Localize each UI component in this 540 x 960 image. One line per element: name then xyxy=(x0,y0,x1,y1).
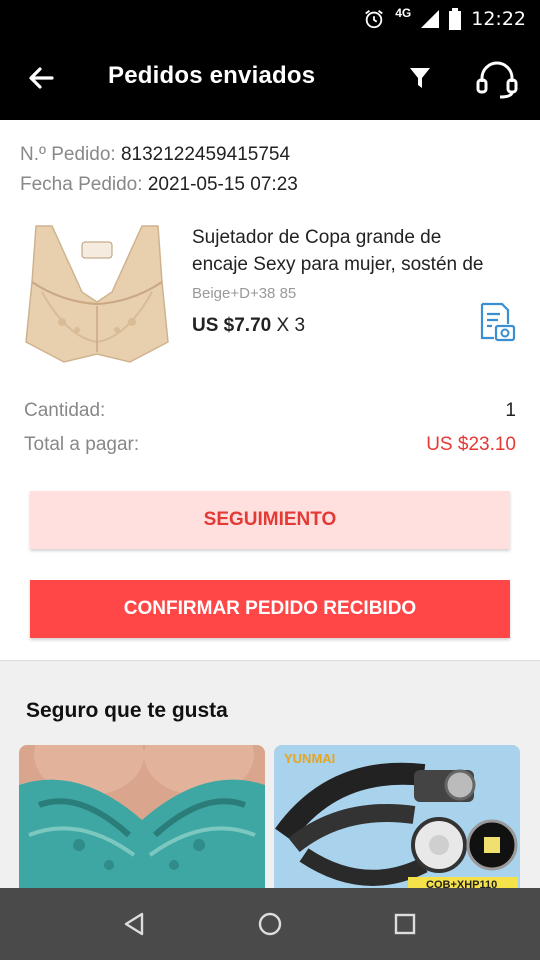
network-type: 4G xyxy=(395,6,412,20)
status-bar: 4G 12:22 xyxy=(0,0,540,38)
order-number-label: N.º Pedido: xyxy=(20,144,116,165)
quantity-label: Cantidad: xyxy=(24,400,106,421)
alarm-icon xyxy=(365,10,384,29)
product-title-line2: encaje Sexy para mujer, sostén de xyxy=(192,254,484,275)
document-camera-icon[interactable] xyxy=(478,302,516,342)
total-label: Total a pagar: xyxy=(24,434,140,455)
total-row: Total a pagar: US $23.10 xyxy=(24,434,516,456)
product-quantity: X 3 xyxy=(276,315,306,336)
order-date-value: 2021-05-15 07:23 xyxy=(147,174,298,195)
recommendations-section: Seguro que te gusta YUNMAI COB+XHP110 xyxy=(0,660,540,895)
product-title-line1: Sujetador de Copa grande de xyxy=(192,227,442,248)
product-variant: Beige+D+38 85 xyxy=(192,285,297,302)
product-price-row: US $7.70 X 3 xyxy=(192,315,305,337)
quantity-row: Cantidad: 1 xyxy=(24,400,516,422)
product-title[interactable]: Sujetador de Copa grande de encaje Sexy … xyxy=(192,224,517,278)
recommendations-title: Seguro que te gusta xyxy=(26,699,228,722)
page-title: Pedidos enviados xyxy=(108,62,316,89)
product-image[interactable] xyxy=(22,222,172,372)
headlamp-brand: YUNMAI xyxy=(284,751,336,766)
signal-icon xyxy=(421,10,440,28)
back-arrow-icon[interactable] xyxy=(24,60,60,96)
order-date-label: Fecha Pedido: xyxy=(20,174,143,195)
nav-home-icon[interactable] xyxy=(254,908,286,940)
order-date-row: Fecha Pedido: 2021-05-15 07:23 xyxy=(20,170,298,200)
nav-back-icon[interactable] xyxy=(118,908,150,940)
tracking-button[interactable]: SEGUIMIENTO xyxy=(30,491,510,549)
battery-icon xyxy=(449,8,462,30)
recommendation-card-bra[interactable] xyxy=(19,745,265,895)
total-value: US $23.10 xyxy=(426,434,516,455)
confirm-received-button[interactable]: CONFIRMAR PEDIDO RECIBIDO xyxy=(30,580,510,638)
system-nav-bar xyxy=(0,888,540,960)
headlamp-image xyxy=(274,745,520,895)
filter-icon[interactable] xyxy=(404,62,436,94)
clock: 12:22 xyxy=(471,8,526,30)
order-info: N.º Pedido: 8132122459415754 Fecha Pedid… xyxy=(20,140,298,200)
order-number-row: N.º Pedido: 8132122459415754 xyxy=(20,140,298,170)
quantity-value: 1 xyxy=(505,400,516,421)
product-price: US $7.70 xyxy=(192,315,272,336)
app-bar: Pedidos enviados xyxy=(0,38,540,120)
order-number-value: 8132122459415754 xyxy=(120,144,291,165)
nav-recents-icon[interactable] xyxy=(389,908,421,940)
customer-support-icon[interactable] xyxy=(474,58,520,100)
recommendation-card-headlamp[interactable]: YUNMAI COB+XHP110 xyxy=(274,745,520,895)
